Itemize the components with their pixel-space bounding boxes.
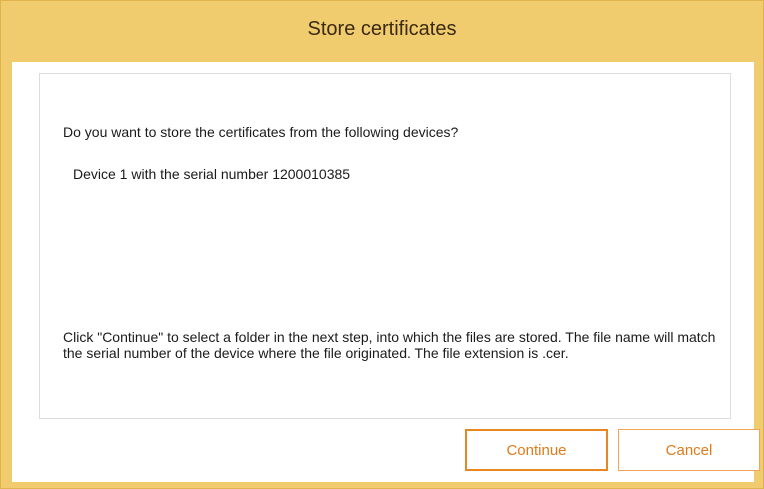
dialog-title: Store certificates — [307, 18, 457, 40]
cancel-button[interactable]: Cancel — [618, 429, 760, 471]
store-certificates-dialog: Store certificates Do you want to store … — [0, 0, 764, 489]
message-panel: Do you want to store the certificates fr… — [39, 73, 731, 419]
question-text: Do you want to store the certificates fr… — [63, 124, 459, 140]
title-bar[interactable]: Store certificates — [1, 1, 763, 62]
dialog-body: Do you want to store the certificates fr… — [12, 62, 760, 482]
info-text: Click "Continue" to select a folder in t… — [63, 329, 716, 361]
device-list-item: Device 1 with the serial number 12000103… — [73, 166, 351, 182]
continue-button[interactable]: Continue — [465, 429, 608, 471]
